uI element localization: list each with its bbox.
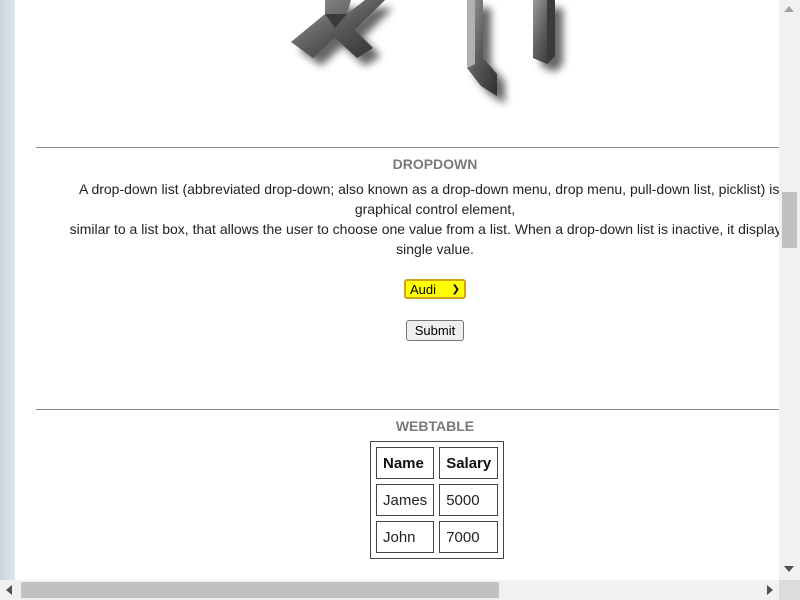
table-cell-salary: 5000	[439, 484, 499, 516]
table-row: James 5000	[376, 484, 499, 516]
table-header-salary: Salary	[439, 447, 499, 479]
web-table: Name Salary James 5000 John 7000	[370, 441, 505, 559]
horizontal-scrollbar[interactable]	[0, 580, 779, 600]
dropdown-selected-value: Audi	[410, 281, 437, 297]
table-header-name: Name	[376, 447, 435, 479]
vertical-scroll-thumb[interactable]	[782, 192, 797, 248]
table-header-row: Name Salary	[376, 447, 499, 479]
page-content: DROPDOWN A drop-down list (abbreviated d…	[15, 0, 779, 580]
horizontal-scroll-thumb[interactable]	[21, 582, 499, 598]
chevron-down-icon: ❯	[451, 283, 460, 295]
vertical-scrollbar[interactable]	[779, 0, 800, 580]
scroll-left-arrow-icon[interactable]	[6, 585, 12, 595]
table-cell-name: John	[376, 521, 435, 553]
scroll-up-arrow-icon[interactable]	[784, 6, 794, 12]
webtable-section-title: WEBTABLE	[395, 418, 475, 434]
table-row: John 7000	[376, 521, 499, 553]
3d-logo-icon	[291, 0, 555, 96]
scrollbar-corner	[779, 580, 800, 600]
table-cell-name: James	[376, 484, 435, 516]
dropdown-section-title: DROPDOWN	[392, 156, 478, 172]
submit-button[interactable]: Submit	[406, 320, 464, 341]
dropdown-description-line-1: A drop-down list (abbreviated drop-down;…	[78, 181, 779, 197]
table-cell-salary: 7000	[439, 521, 499, 553]
dropdown-description-line-2: graphical control element,	[354, 201, 516, 217]
scroll-down-arrow-icon[interactable]	[784, 566, 794, 572]
car-select-dropdown[interactable]: Audi ❯	[404, 279, 466, 299]
section-divider	[36, 409, 779, 410]
scroll-right-arrow-icon[interactable]	[767, 585, 773, 595]
dropdown-description-line-4: single value.	[396, 241, 474, 257]
section-divider	[36, 147, 779, 148]
window-left-edge	[0, 0, 15, 580]
dropdown-description-line-3: similar to a list box, that allows the u…	[69, 221, 779, 237]
